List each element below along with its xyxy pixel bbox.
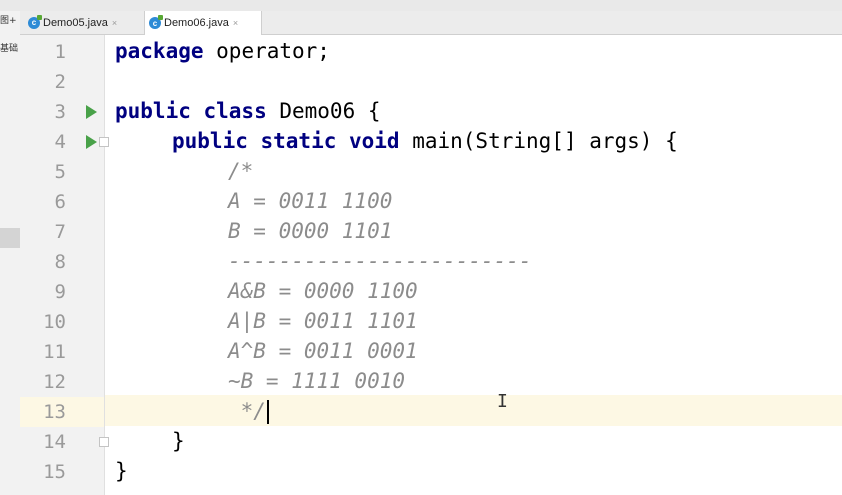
code-line[interactable]: A|B = 0011 1101 — [228, 306, 418, 336]
code-line[interactable]: ------------------------ — [228, 246, 531, 276]
code-line[interactable]: /* — [228, 156, 253, 186]
project-pane-label: 图+ — [0, 16, 17, 26]
text-caret — [266, 400, 269, 424]
line-number: 14 — [43, 431, 66, 453]
line-number: 13 — [43, 401, 66, 423]
close-icon[interactable]: × — [233, 18, 238, 28]
mouse-ibeam-icon: I — [497, 391, 508, 412]
code-line[interactable]: A = 0011 1100 — [228, 186, 392, 216]
tab-label: Demo05.java — [43, 16, 108, 29]
line-number: 10 — [43, 311, 66, 333]
line-number: 8 — [54, 251, 66, 273]
line-number: 3 — [54, 101, 66, 123]
project-pane-selection[interactable] — [0, 228, 20, 248]
code-line[interactable]: package operator; — [115, 36, 330, 66]
code-line[interactable]: } — [115, 456, 128, 486]
code-line[interactable]: B = 0000 1101 — [228, 216, 392, 246]
line-number: 12 — [43, 371, 66, 393]
project-pane[interactable]: 图+ 基础 — [0, 11, 21, 495]
code-line[interactable]: public class Demo06 { — [115, 96, 381, 126]
java-class-icon: c — [149, 15, 163, 29]
run-class-icon[interactable] — [86, 105, 97, 119]
run-main-icon[interactable] — [86, 135, 97, 149]
java-class-icon: c — [28, 14, 42, 29]
caret-line-highlight — [20, 395, 842, 426]
editor-gutter[interactable]: 1 2 3 4 5 6 7 8 9 10 11 12 13 14 15 — [20, 35, 109, 495]
fold-icon[interactable] — [99, 437, 109, 447]
code-line[interactable]: A^B = 0011 0001 — [228, 336, 418, 366]
tab-demo06[interactable]: c Demo06.java × — [144, 11, 262, 35]
code-line[interactable]: public static void main(String[] args) { — [172, 126, 678, 156]
code-line[interactable]: */ — [228, 396, 269, 426]
tab-label: Demo06.java — [164, 17, 229, 29]
code-line[interactable]: ~B = 1111 0010 — [228, 366, 405, 396]
close-icon[interactable]: × — [112, 18, 117, 28]
fold-icon[interactable] — [99, 137, 109, 147]
tab-demo05[interactable]: c Demo05.java × — [24, 11, 136, 34]
project-pane-label: 基础 — [0, 44, 19, 54]
line-number: 11 — [43, 341, 66, 363]
editor-tab-bar: c Demo05.java × c Demo06.java × — [20, 11, 842, 35]
line-number: 7 — [54, 221, 66, 243]
line-number: 5 — [54, 161, 66, 183]
line-number: 2 — [54, 71, 66, 93]
code-line[interactable]: A&B = 0000 1100 — [228, 276, 418, 306]
line-number: 4 — [54, 131, 66, 153]
line-number: 15 — [43, 461, 66, 483]
code-line[interactable]: } — [172, 426, 185, 456]
line-number: 6 — [54, 191, 66, 213]
line-number: 1 — [54, 41, 66, 63]
line-number: 9 — [54, 281, 66, 303]
